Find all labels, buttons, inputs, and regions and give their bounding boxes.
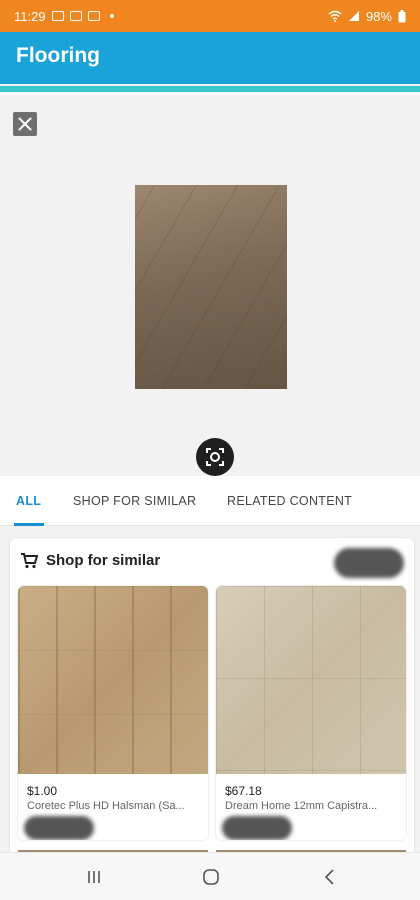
tab-shop-for-similar[interactable]: SHOP FOR SIMILAR xyxy=(73,494,196,508)
app-bar: Flooring xyxy=(0,32,420,84)
redacted-store-label xyxy=(24,816,94,840)
active-tab-indicator xyxy=(14,523,44,526)
panel-title: Shop for similar xyxy=(46,552,161,569)
home-icon[interactable] xyxy=(201,867,221,887)
result-tabs: ALL SHOP FOR SIMILAR RELATED CONTENT xyxy=(0,476,420,526)
status-time: 11:29 xyxy=(14,8,46,24)
status-bar: 11:29 98% xyxy=(0,0,420,32)
mail-notification-icon xyxy=(87,11,100,21)
product-image xyxy=(216,586,406,774)
product-card[interactable]: $1.00 Coretec Plus HD Halsman (Sa... xyxy=(18,586,208,840)
product-name[interactable]: Coretec Plus HD Halsman (Sa... xyxy=(27,800,202,812)
shop-for-similar-panel: Shop for similar $1.00 Coretec Plus HD H… xyxy=(10,538,414,858)
system-navigation-bar xyxy=(0,852,420,900)
redacted-store-label xyxy=(222,816,292,840)
more-notifications-icon xyxy=(109,14,114,18)
gallery-notification-icon xyxy=(51,11,64,21)
product-name[interactable]: Dream Home 12mm Capistra... xyxy=(225,800,400,812)
lens-icon xyxy=(206,448,224,466)
product-image xyxy=(18,586,208,774)
recent-apps-icon[interactable] xyxy=(85,868,103,886)
divider xyxy=(0,92,420,95)
message-notification-icon xyxy=(69,11,82,21)
lens-crop-button[interactable] xyxy=(196,438,234,476)
panel-header: Shop for similar xyxy=(20,552,160,569)
close-button[interactable] xyxy=(13,112,37,136)
tab-all[interactable]: ALL xyxy=(16,494,41,508)
redacted-button[interactable] xyxy=(334,548,404,578)
product-price: $1.00 xyxy=(27,784,58,798)
back-icon[interactable] xyxy=(321,867,339,887)
product-price: $67.18 xyxy=(225,784,262,798)
captured-image xyxy=(135,185,287,389)
product-card[interactable]: $67.18 Dream Home 12mm Capistra... xyxy=(216,586,406,840)
shopping-cart-icon xyxy=(21,552,38,568)
tab-related-content[interactable]: RELATED CONTENT xyxy=(227,494,352,508)
page-title: Flooring xyxy=(16,44,100,67)
battery-icon xyxy=(398,9,406,22)
battery-percent: 98% xyxy=(365,8,392,24)
close-icon xyxy=(18,117,32,131)
wifi-icon xyxy=(328,10,342,22)
signal-icon xyxy=(348,11,359,21)
